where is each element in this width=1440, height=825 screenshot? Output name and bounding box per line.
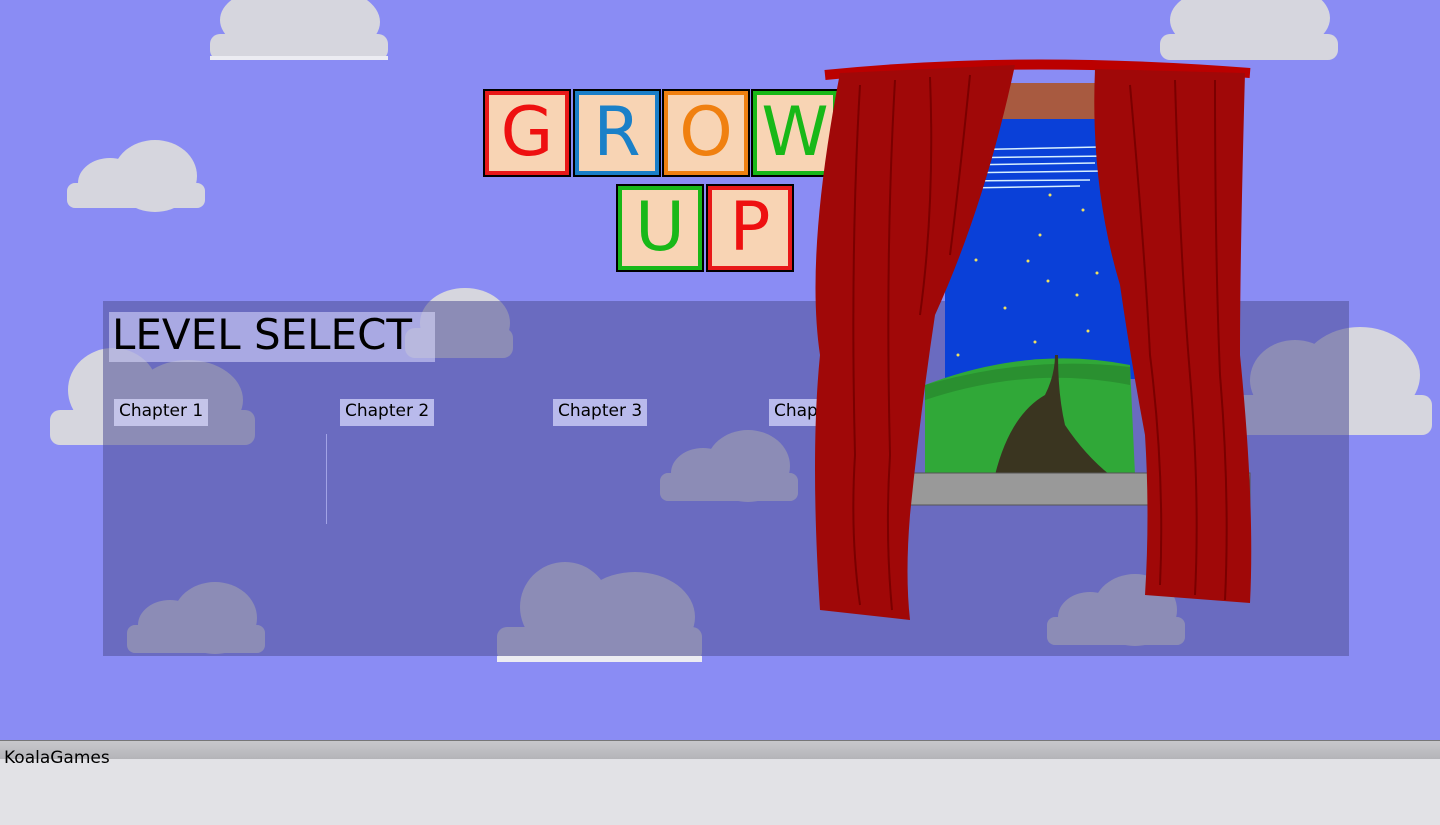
game-scene: G R O W N U P LEVEL SELECT Chapter 1 Cha… <box>0 0 1440 740</box>
logo-letter: R <box>593 93 641 172</box>
studio-label: KoalaGames <box>4 748 110 768</box>
chapter-1-button[interactable]: Chapter 1 <box>114 399 209 426</box>
logo-block: O <box>662 89 750 177</box>
logo-letter: G <box>500 93 554 172</box>
logo-block: P <box>706 184 794 272</box>
logo-block: R <box>573 89 661 177</box>
cloud-icon <box>210 0 388 60</box>
footer: KoalaGames <box>0 740 1440 825</box>
curtain-window-art <box>815 59 1252 620</box>
cloud-icon <box>67 140 205 212</box>
level-select-title: LEVEL SELECT <box>109 312 435 362</box>
logo-block: U <box>616 184 704 272</box>
logo-letter: P <box>729 188 771 267</box>
chapter-3-button[interactable]: Chapter 3 <box>553 399 648 426</box>
logo-letter: U <box>635 188 685 267</box>
logo-block: G <box>483 89 571 177</box>
footer-bar <box>0 740 1440 759</box>
chapter-2-button[interactable]: Chapter 2 <box>340 399 435 426</box>
divider <box>326 434 327 524</box>
cloud-icon <box>1160 0 1338 60</box>
logo-letter: O <box>679 93 733 172</box>
